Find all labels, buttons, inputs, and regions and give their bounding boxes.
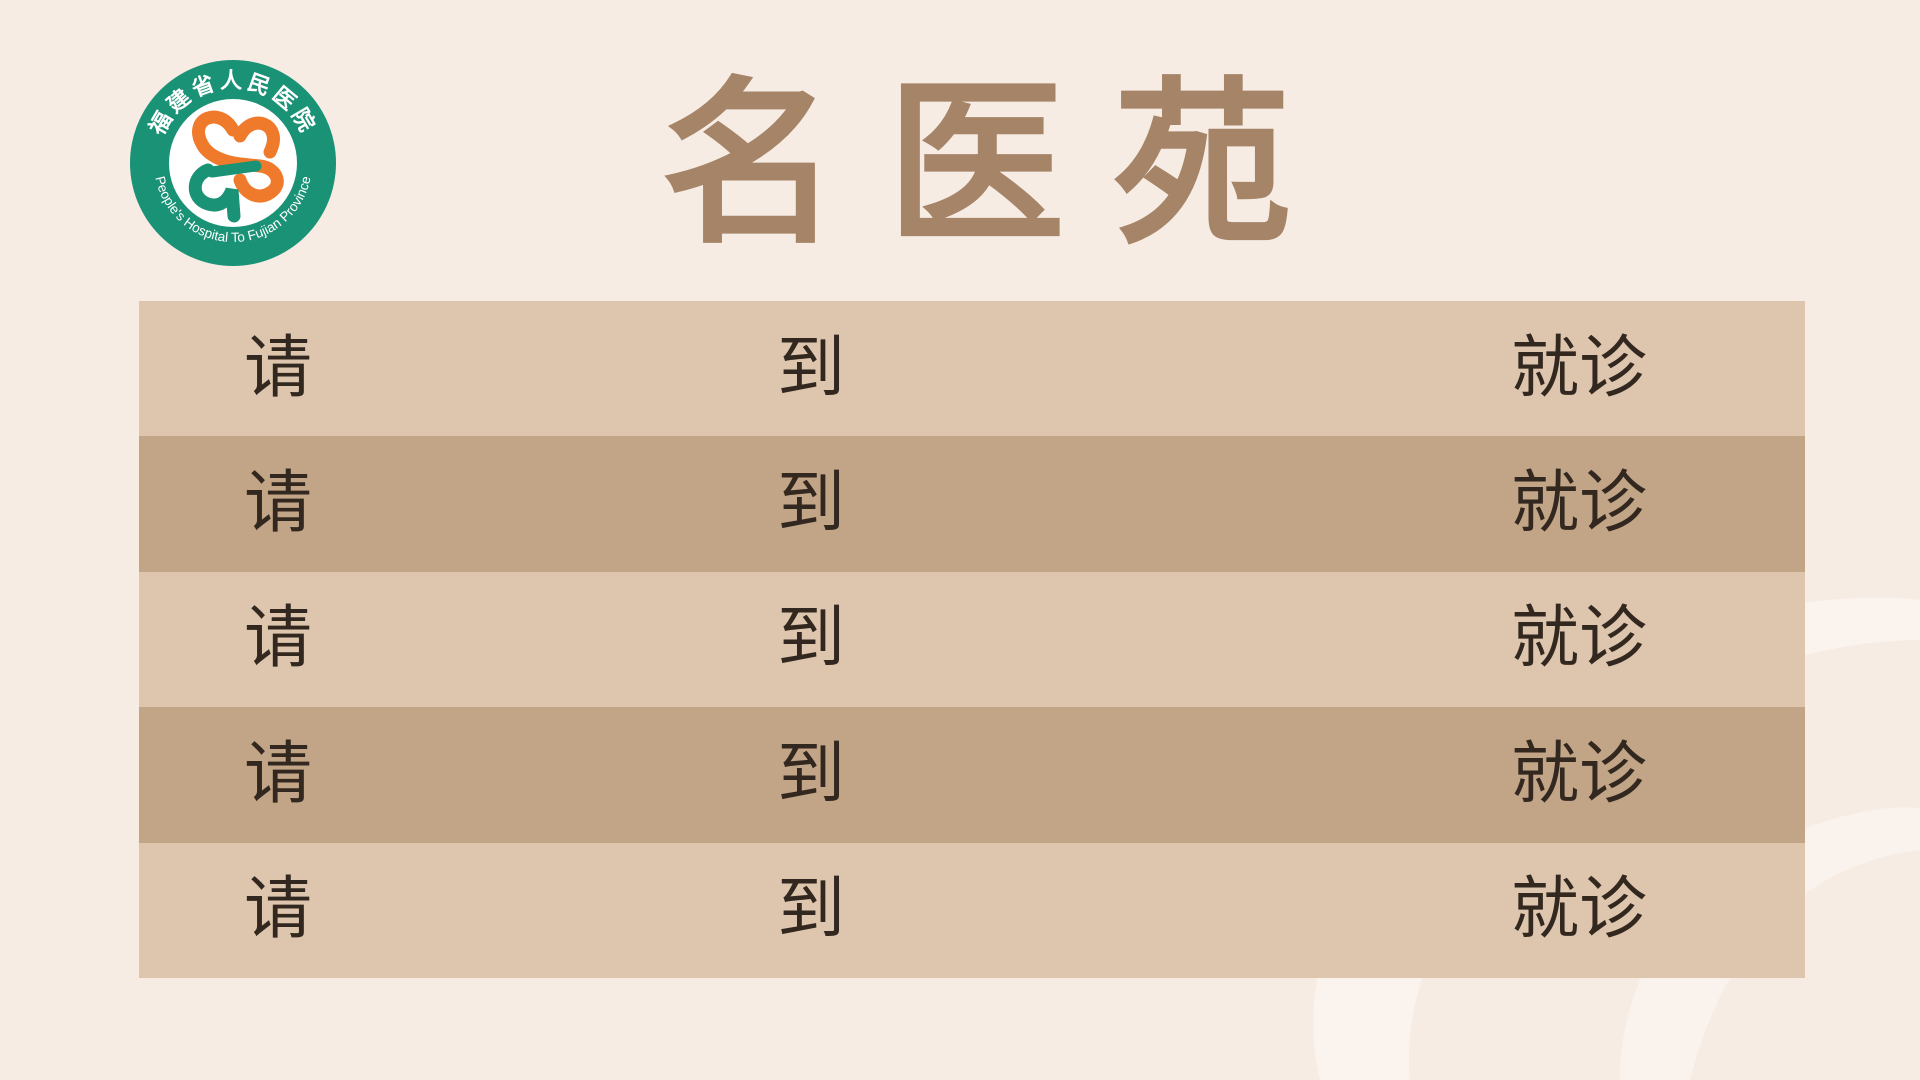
- call-suffix: 就诊: [1511, 870, 1648, 950]
- call-middle: 到: [777, 870, 846, 950]
- call-row: 请 到 就诊: [139, 436, 1805, 572]
- call-row: 请 到 就诊: [139, 707, 1805, 843]
- call-middle: 到: [777, 328, 846, 408]
- call-middle: 到: [777, 464, 846, 544]
- call-middle: 到: [777, 599, 846, 679]
- page-title: 名医苑: [661, 61, 1339, 268]
- call-prefix: 请: [244, 599, 313, 679]
- call-suffix: 就诊: [1511, 734, 1648, 814]
- hospital-logo: 福建省人民医院 People's Hospital To Fujian Prov…: [128, 58, 338, 268]
- call-prefix: 请: [244, 734, 313, 814]
- call-middle: 到: [777, 734, 846, 814]
- call-suffix: 就诊: [1511, 328, 1648, 408]
- hospital-emblem-icon: 福建省人民医院 People's Hospital To Fujian Prov…: [130, 60, 336, 266]
- call-suffix: 就诊: [1511, 599, 1648, 679]
- call-suffix: 就诊: [1511, 464, 1648, 544]
- call-prefix: 请: [244, 870, 313, 950]
- call-prefix: 请: [244, 328, 313, 408]
- call-prefix: 请: [244, 464, 313, 544]
- call-row: 请 到 就诊: [139, 571, 1805, 708]
- call-row: 请 到 就诊: [139, 842, 1805, 978]
- call-row: 请 到 就诊: [139, 301, 1805, 437]
- call-board-table: 请 到 就诊 请 到 就诊 请 到 就诊 请 到 就诊 请 到 就诊: [139, 301, 1805, 978]
